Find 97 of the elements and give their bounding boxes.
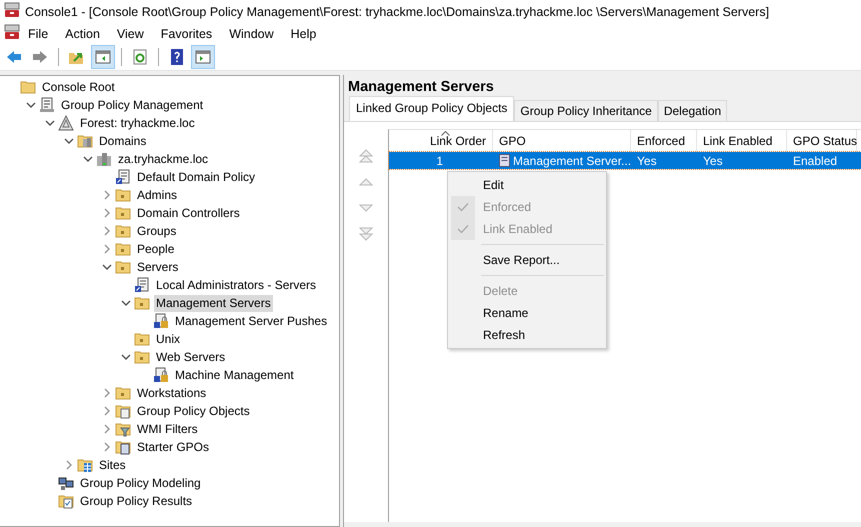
policy-link-icon [115, 169, 131, 185]
tree-item[interactable]: Forest: tryhackme.loc [78, 114, 197, 132]
tree-item[interactable]: People [135, 240, 176, 258]
menu-item[interactable]: Edit [483, 178, 504, 192]
table-cell: Yes [703, 154, 723, 168]
tree-item[interactable]: Group Policy Management [59, 96, 206, 114]
table-cell: 1 [436, 154, 443, 168]
expand-chevron-icon[interactable] [102, 442, 112, 452]
policy-scroll-icon [39, 97, 55, 113]
tree-item[interactable]: Group Policy Results [78, 492, 194, 510]
tree-item[interactable]: Servers [135, 258, 180, 276]
collapse-chevron-icon[interactable] [26, 100, 36, 110]
menu-item[interactable]: Save Report... [483, 253, 560, 267]
computers-icon [58, 475, 74, 491]
expand-chevron-icon[interactable] [64, 460, 74, 470]
expand-chevron-icon[interactable] [102, 406, 112, 416]
folder-icon [20, 79, 36, 95]
tab[interactable]: Group Policy Inheritance [514, 100, 658, 121]
tree-item[interactable]: Console Root [40, 78, 117, 96]
menu-item[interactable]: Favorites [152, 26, 222, 40]
expand-chevron-icon[interactable] [102, 244, 112, 254]
menu-item[interactable]: File [20, 26, 58, 40]
menu-item[interactable]: Action [57, 26, 109, 40]
tree-item[interactable]: Default Domain Policy [135, 168, 258, 186]
menu-item[interactable]: Window [221, 26, 283, 40]
refresh-icon[interactable] [131, 48, 149, 66]
folder-document-icon [115, 439, 131, 455]
tree-item[interactable]: Group Policy Modeling [78, 474, 203, 492]
tree-item[interactable]: Management Server Pushes [173, 312, 330, 330]
collapse-chevron-icon[interactable] [45, 118, 55, 128]
expand-chevron-icon[interactable] [102, 226, 112, 236]
action-pane-icon[interactable] [194, 48, 212, 66]
tab[interactable]: Linked Group Policy Objects [349, 96, 514, 121]
collapse-chevron-icon[interactable] [83, 154, 93, 164]
table-cell: Yes [637, 154, 657, 168]
tree-item[interactable]: Web Servers [154, 348, 228, 366]
table-row[interactable]: 1 Management Server... Yes Yes Enabled [389, 152, 861, 169]
folder-icon [134, 349, 150, 365]
console-app-icon[interactable] [4, 24, 20, 40]
folder-icon [115, 385, 131, 401]
triangle-icon [58, 115, 74, 131]
folder-checklist-icon [58, 493, 74, 509]
folder-icon [115, 259, 131, 275]
menu-item[interactable]: View [108, 26, 153, 40]
expand-chevron-icon[interactable] [102, 388, 112, 398]
forward-arrow-icon[interactable] [31, 48, 49, 66]
tree-item[interactable]: Management Servers [154, 294, 273, 312]
tree-item[interactable]: Starter GPOs [135, 438, 212, 456]
folder-icon [115, 187, 131, 203]
sort-caret-icon [441, 131, 450, 136]
show-tree-icon[interactable] [94, 48, 112, 66]
tree-item[interactable]: Domains [97, 132, 148, 150]
tree-item[interactable]: WMI Filters [135, 420, 200, 438]
pane-title: Management Servers [347, 78, 495, 96]
menu-item[interactable]: Refresh [483, 328, 526, 342]
folder-grid-icon [77, 457, 93, 473]
tree-item[interactable]: Sites [97, 456, 128, 474]
tree-item[interactable]: za.tryhackme.loc [116, 150, 210, 168]
collapse-chevron-icon[interactable] [102, 262, 112, 272]
folder-icon [134, 331, 150, 347]
folder-funnel-icon [115, 421, 131, 437]
move-bottom-icon[interactable] [359, 227, 373, 241]
folder-icon [134, 295, 150, 311]
tree-item[interactable]: Groups [135, 222, 178, 240]
move-top-icon[interactable] [359, 149, 373, 163]
tree-item[interactable]: Admins [135, 186, 180, 204]
expand-chevron-icon[interactable] [102, 190, 112, 200]
tree-item[interactable]: Group Policy Objects [135, 402, 252, 420]
folder-icon [115, 241, 131, 257]
expand-chevron-icon[interactable] [102, 424, 112, 434]
folder-icon [115, 223, 131, 239]
table-cell: Enabled [793, 154, 838, 168]
document-icon [499, 154, 510, 167]
collapse-chevron-icon[interactable] [121, 298, 131, 308]
menu-item[interactable]: Rename [483, 306, 528, 320]
policy-lock-icon [153, 313, 169, 329]
collapse-chevron-icon[interactable] [64, 136, 74, 146]
folder-document-icon [115, 403, 131, 419]
back-arrow-icon[interactable] [5, 48, 23, 66]
policy-lock-icon [153, 367, 169, 383]
table-cell: Management Server... [513, 154, 632, 168]
window-title: Console1 - [Console Root\Group Policy Management\Forest: tryhackme.loc\Domains\za.tryhackme.loc \Servers\Management Servers] [25, 4, 770, 18]
collapse-chevron-icon[interactable] [121, 352, 131, 362]
servers-icon [96, 151, 112, 167]
tree-item[interactable]: Workstations [135, 384, 208, 402]
menu-item[interactable]: Help [282, 26, 326, 40]
folder-icon [115, 205, 131, 221]
help-icon[interactable] [168, 48, 186, 66]
tree-item[interactable]: Domain Controllers [135, 204, 242, 222]
tab[interactable]: Delegation [658, 100, 728, 121]
folder-servers-icon [77, 133, 93, 149]
expand-chevron-icon[interactable] [102, 208, 112, 218]
tree-item[interactable]: Unix [154, 330, 182, 348]
policy-link-icon [134, 277, 150, 293]
tree-item[interactable]: Local Administrators - Servers [154, 276, 318, 294]
console-app-icon [4, 2, 20, 18]
tree-item[interactable]: Machine Management [173, 366, 296, 384]
